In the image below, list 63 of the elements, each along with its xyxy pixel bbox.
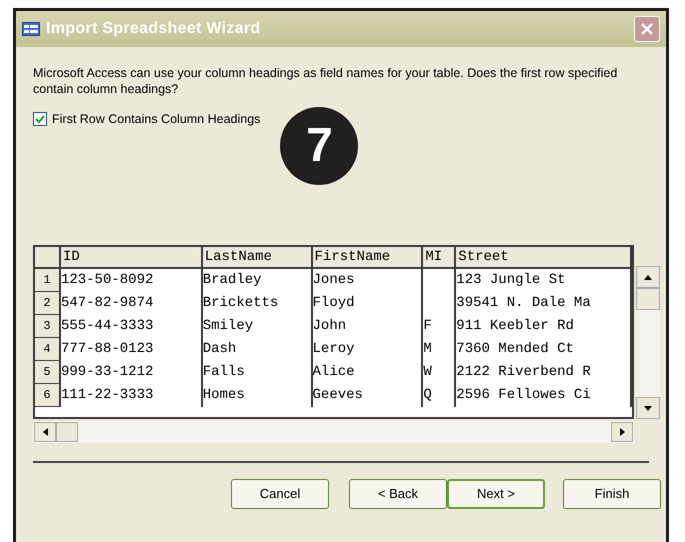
table-cell: M [423,338,456,361]
vertical-scrollbar[interactable] [636,266,660,419]
table-cell: 111-22-3333 [60,384,203,407]
table-cell: Smiley [202,315,313,338]
wizard-button[interactable]: Next > [447,479,545,509]
close-button[interactable] [634,16,660,42]
table-cell: 123-50-8092 [60,269,203,292]
table-cell: 999-33-1212 [60,361,203,384]
column-header[interactable]: LastName [202,247,313,267]
table-cell: Q [423,384,456,407]
table-cell: Falls [202,361,313,384]
horizontal-scrollbar[interactable] [33,421,634,443]
table-cell: Bricketts [202,292,313,315]
scroll-right-button[interactable] [611,422,633,442]
scroll-left-button[interactable] [34,422,56,442]
wizard-button[interactable]: < Back [349,479,447,509]
table-cell: Leroy [312,338,424,361]
column-header[interactable]: MI [423,247,456,267]
table-cell: F [423,315,456,338]
row-number: 3 [35,315,61,338]
wizard-button[interactable]: Finish [563,479,661,509]
table-cell: Alice [312,361,424,384]
table-cell: John [312,315,424,338]
table-cell: 39541 N. Dale Ma [456,292,632,315]
column-header[interactable]: Street [456,247,632,267]
table-cell: W [423,361,456,384]
row-number: 1 [35,269,61,292]
scroll-thumb[interactable] [56,422,78,442]
scroll-up-button[interactable] [636,266,660,288]
table-cell: 555-44-3333 [60,315,203,338]
left-arrow-icon [42,428,48,436]
table-cell: 911 Keebler Rd [456,315,632,338]
column-header[interactable]: ID [60,247,203,267]
table-cell: Dash [202,338,313,361]
row-number: 2 [35,292,61,315]
right-arrow-icon [620,428,624,436]
scroll-down-button[interactable] [636,397,660,419]
check-icon [35,114,45,124]
close-icon [640,22,654,36]
row-number: 6 [35,384,61,407]
column-header[interactable]: FirstName [312,247,424,267]
row-number: 4 [35,338,61,361]
up-arrow-icon [644,274,652,280]
table-cell: Jones [312,269,424,292]
table-cell: Bradley [202,269,313,292]
table-cell: Homes [202,384,313,407]
table-cell: 547-82-9874 [60,292,203,315]
scroll-thumb[interactable] [636,288,660,310]
table-cell: 7360 Mended Ct [456,338,632,361]
row-number: 5 [35,361,61,384]
prompt-text: Microsoft Access can use your column headings as field names for your table. Does the first row specified contain column headings? [33,65,618,97]
table-cell: Geeves [312,384,424,407]
window-title: Import Spreadsheet Wizard [46,19,261,39]
table-icon [22,22,40,36]
wizard-button[interactable]: Cancel [231,479,329,509]
down-arrow-icon [644,406,652,410]
table-cell: 777-88-0123 [60,338,203,361]
step-number-badge: 7 [280,107,358,185]
table-cell: 2596 Fellowes Ci [456,384,632,407]
table-cell: 2122 Riverbend R [456,361,632,384]
table-cell: 123 Jungle St [456,269,632,292]
headings-checkbox[interactable]: First Row Contains Column Headings [33,110,260,129]
table-cell: Floyd [312,292,424,315]
